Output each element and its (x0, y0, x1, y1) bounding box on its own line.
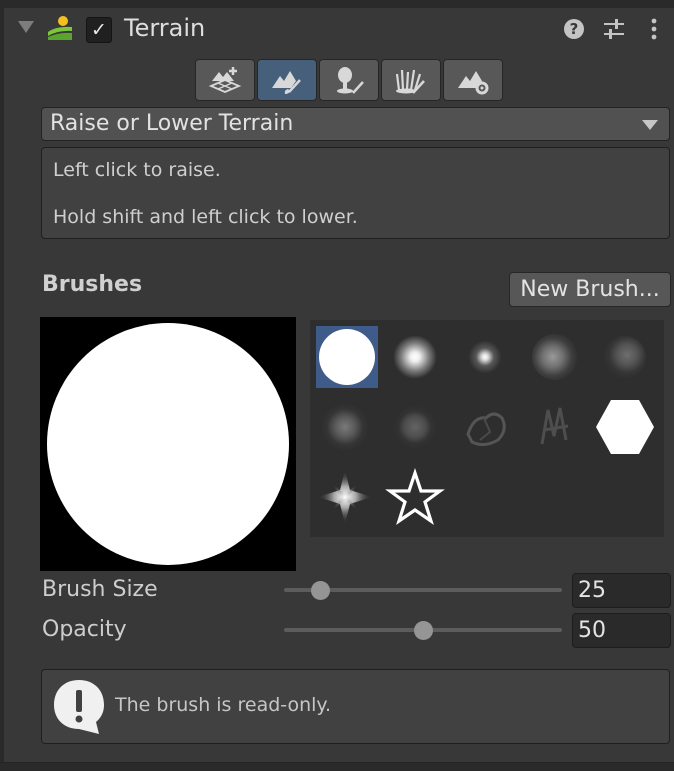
brush-thumbnail[interactable] (384, 326, 446, 388)
brush-thumbnail[interactable] (314, 466, 376, 528)
tool-terrain-settings[interactable] (443, 59, 503, 101)
terrain-tool-bar (195, 59, 503, 101)
panel-left-border (0, 0, 4, 770)
create-neighbor-terrains-icon (208, 67, 242, 93)
terrain-component-icon (48, 16, 72, 40)
read-only-info-box: The brush is read-only. (41, 669, 670, 744)
tool-create-neighbor-terrains[interactable] (195, 59, 255, 101)
brush-palette (310, 320, 664, 537)
terrain-mode-selected: Raise or Lower Terrain (50, 111, 294, 136)
opacity-field[interactable]: 50 (572, 613, 671, 648)
brush-size-field[interactable]: 25 (572, 573, 671, 608)
brush-thumbnail[interactable] (594, 326, 656, 388)
read-only-message: The brush is read-only. (115, 694, 332, 716)
brushes-section-title: Brushes (42, 272, 143, 297)
opacity-label: Opacity (42, 617, 127, 642)
tool-description-box: Left click to raise. Hold shift and left… (41, 147, 670, 239)
presets-icon[interactable] (601, 16, 627, 42)
foldout-arrow-icon[interactable] (18, 21, 34, 33)
tool-paint-details[interactable] (381, 59, 441, 101)
more-options-icon[interactable] (641, 16, 667, 42)
brush-preview (40, 317, 296, 571)
brush-thumbnail[interactable] (314, 396, 376, 458)
brush-thumbnail[interactable] (454, 396, 516, 458)
brush-size-label: Brush Size (42, 577, 158, 602)
chevron-down-icon (642, 120, 658, 130)
brush-thumbnail[interactable] (384, 396, 446, 458)
brush-thumbnail[interactable] (316, 326, 378, 388)
panel-top-border (0, 0, 674, 8)
info-speech-bubble-icon (54, 680, 104, 734)
paint-terrain-icon (272, 71, 301, 94)
description-line-2: Hold shift and left click to lower. (53, 206, 358, 228)
terrain-mode-dropdown[interactable]: Raise or Lower Terrain (41, 107, 670, 141)
help-icon[interactable]: ? (561, 16, 587, 42)
new-brush-button[interactable]: New Brush... (509, 272, 671, 307)
opacity-slider-thumb[interactable] (413, 621, 433, 640)
component-enabled-checkbox[interactable]: ✓ (86, 17, 112, 43)
brush-size-slider-thumb[interactable] (310, 581, 330, 600)
terrain-settings-icon (458, 71, 489, 95)
component-header[interactable]: ✓ Terrain ? (4, 8, 674, 48)
tool-paint-trees[interactable] (319, 59, 379, 101)
brush-thumbnail[interactable] (524, 326, 586, 388)
component-title: Terrain (124, 14, 206, 42)
brush-thumbnail[interactable] (454, 326, 516, 388)
brush-thumbnail[interactable] (594, 396, 656, 458)
paint-details-icon (395, 69, 425, 94)
svg-text:?: ? (570, 20, 579, 38)
brush-thumbnail[interactable] (384, 466, 446, 528)
brush-preview-shape (47, 323, 289, 565)
tool-paint-terrain[interactable] (257, 59, 317, 101)
paint-trees-icon (337, 67, 364, 94)
brush-thumbnail[interactable] (524, 396, 586, 458)
description-line-1: Left click to raise. (53, 159, 221, 181)
